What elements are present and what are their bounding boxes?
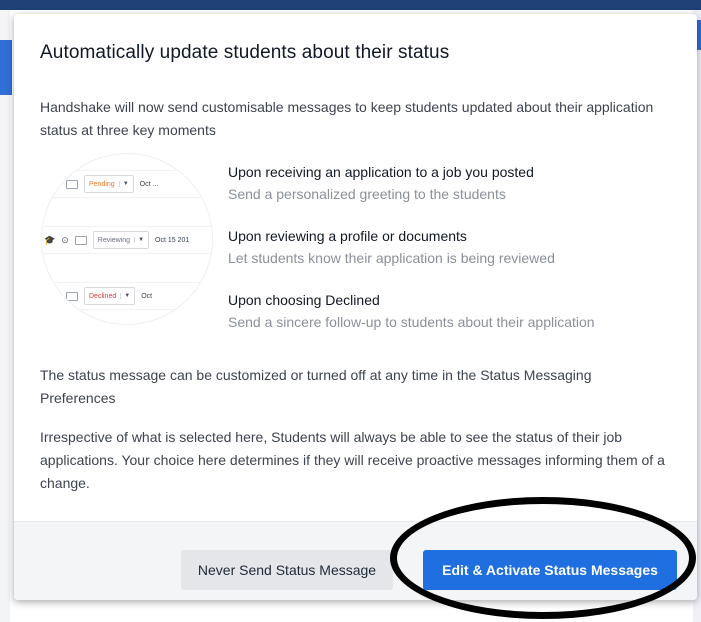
illustration-row-pending: Pending ▼ Oct ... bbox=[42, 170, 212, 198]
chevron-down-icon: ▼ bbox=[134, 237, 144, 243]
status-pill-pending: Pending ▼ bbox=[84, 175, 134, 193]
moment-receiving: Upon receiving an application to a job y… bbox=[228, 162, 534, 204]
moment-reviewing: Upon reviewing a profile or documents Le… bbox=[228, 226, 555, 268]
id-card-icon bbox=[66, 291, 78, 301]
moment-description: Let students know their application is b… bbox=[228, 250, 555, 266]
background-left-accent bbox=[0, 40, 12, 95]
never-send-button[interactable]: Never Send Status Message bbox=[181, 550, 393, 590]
modal-title: Automatically update students about thei… bbox=[40, 42, 450, 63]
status-pending-label: Pending bbox=[89, 180, 115, 188]
chevron-down-icon: ▼ bbox=[118, 181, 129, 187]
status-date: Oct bbox=[141, 292, 153, 300]
moment-title: Upon receiving an application to a job y… bbox=[228, 164, 534, 180]
status-illustration: Pending ▼ Oct ... 🎓 ⊙ Reviewing ▼ Oct 15… bbox=[42, 154, 212, 324]
visibility-note: Irrespective of what is selected here, S… bbox=[40, 429, 665, 491]
id-card-icon bbox=[66, 179, 78, 189]
status-messaging-modal: Automatically update students about thei… bbox=[14, 14, 697, 600]
moment-title: Upon reviewing a profile or documents bbox=[228, 228, 467, 244]
status-declined-label: Declined bbox=[89, 292, 117, 300]
status-pill-declined: Declined ▼ bbox=[84, 287, 136, 305]
edit-activate-button[interactable]: Edit & Activate Status Messages bbox=[423, 550, 677, 590]
moment-description: Send a sincere follow-up to students abo… bbox=[228, 314, 595, 330]
circle-arrow-icon: ⊙ bbox=[61, 234, 69, 245]
moment-description: Send a personalized greeting to the stud… bbox=[228, 186, 506, 202]
id-card-icon bbox=[74, 235, 87, 245]
illustration-row-reviewing: 🎓 ⊙ Reviewing ▼ Oct 15 201 bbox=[42, 226, 212, 254]
modal-footer: Never Send Status Message Edit & Activat… bbox=[14, 521, 697, 600]
chevron-down-icon: ▼ bbox=[120, 293, 130, 299]
graduation-cap-icon: 🎓 bbox=[44, 234, 56, 245]
status-reviewing-label: Reviewing bbox=[97, 236, 131, 244]
moment-declined: Upon choosing Declined Send a sincere fo… bbox=[228, 290, 595, 332]
customize-note: The status message can be customized or … bbox=[40, 367, 592, 406]
moment-title: Upon choosing Declined bbox=[228, 292, 380, 308]
modal-intro: Handshake will now send customisable mes… bbox=[40, 99, 654, 138]
background-top-bar bbox=[0, 0, 701, 10]
background-left-panel bbox=[0, 10, 10, 622]
status-pill-reviewing: Reviewing ▼ bbox=[92, 231, 150, 249]
illustration-row-declined: Declined ▼ Oct bbox=[42, 282, 212, 310]
status-date: Oct ... bbox=[139, 180, 159, 188]
status-date: Oct 15 201 bbox=[155, 236, 190, 244]
